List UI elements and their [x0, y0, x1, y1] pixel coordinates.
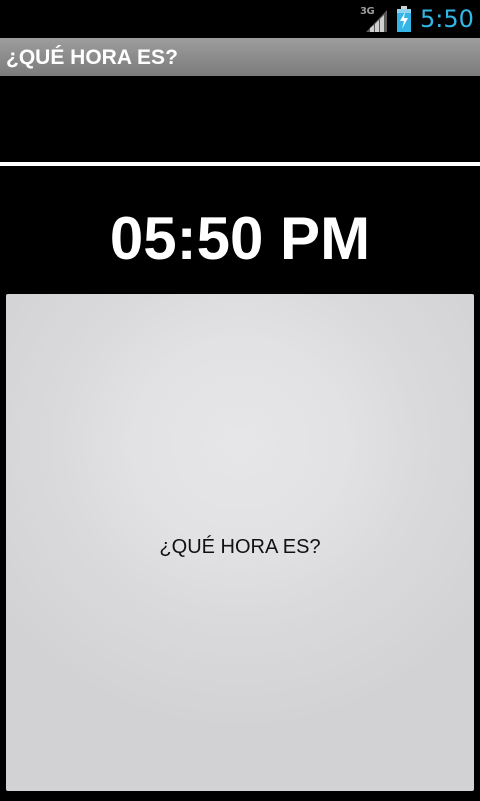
action-bar: ¿QUÉ HORA ES?	[0, 38, 480, 76]
signal-icon: 3G	[360, 6, 388, 32]
status-bar: 3G 5:50	[0, 0, 480, 38]
status-clock: 5:50	[420, 5, 474, 33]
battery-charging-icon	[396, 6, 412, 32]
divider	[0, 162, 480, 166]
ask-time-button[interactable]: ¿QUÉ HORA ES?	[6, 294, 474, 791]
top-spacer	[0, 76, 480, 162]
time-display: 05:50 PM	[109, 205, 371, 272]
ask-time-button-label: ¿QUÉ HORA ES?	[159, 536, 321, 558]
app-title: ¿QUÉ HORA ES?	[6, 46, 178, 69]
